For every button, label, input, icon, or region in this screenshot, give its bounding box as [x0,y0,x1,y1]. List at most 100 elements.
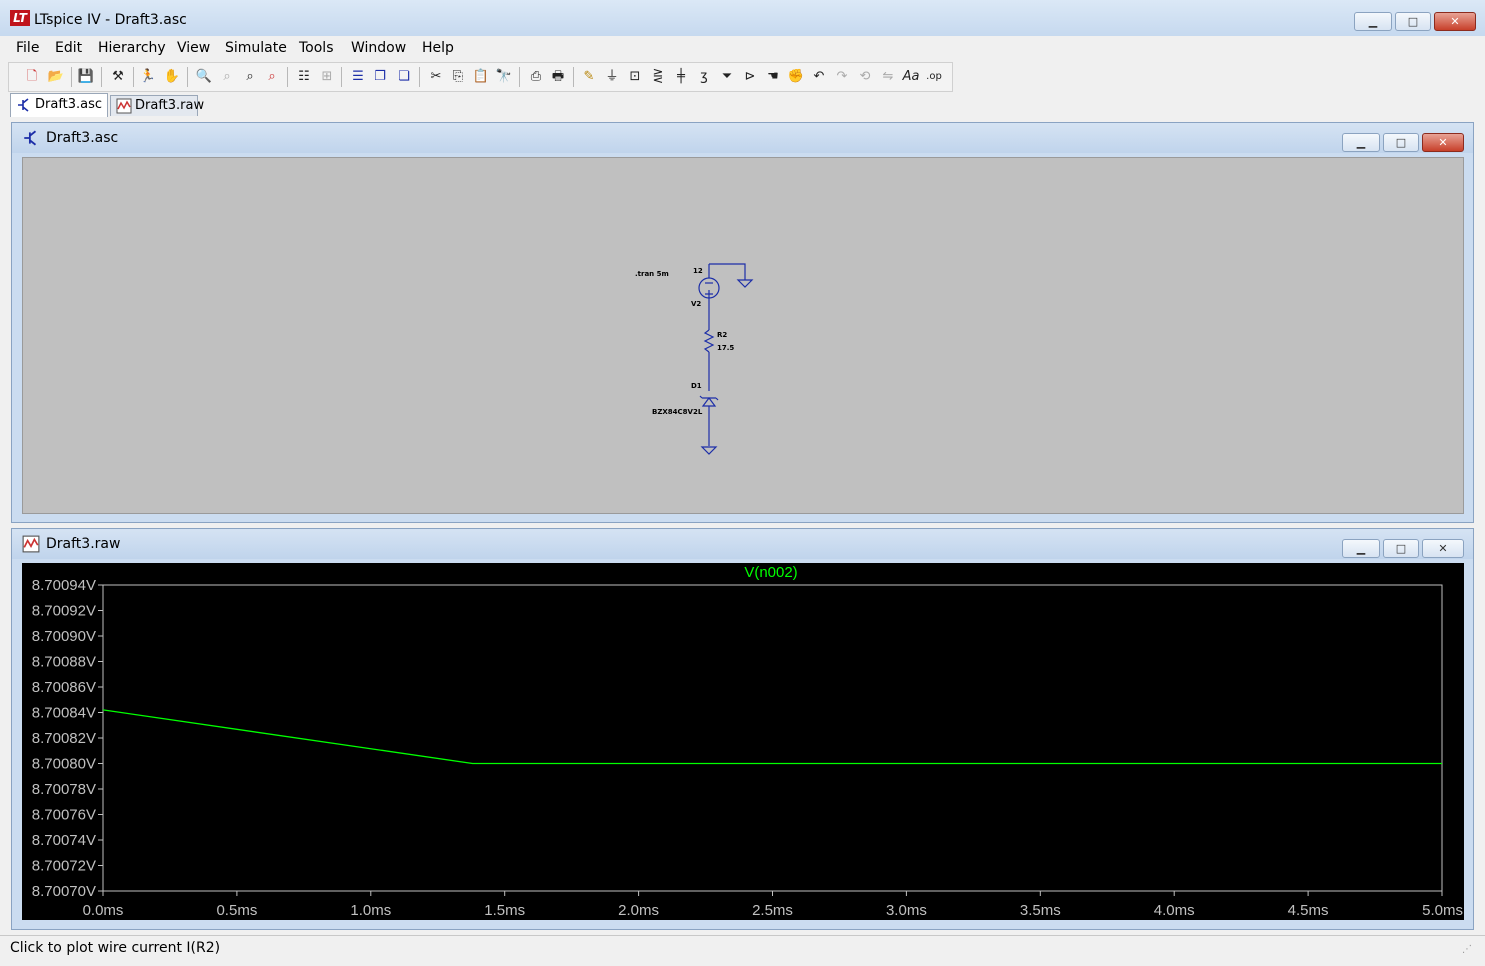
wire [709,263,746,280]
run-icon[interactable]: 🏃 [139,68,157,86]
capacitor-icon[interactable]: ╪ [672,68,690,86]
tile-vertical-icon[interactable]: ❏ [395,68,413,86]
y-tick-label[interactable]: 8.70086V [32,679,96,696]
x-tick-label[interactable]: 0.0ms [83,902,124,919]
drag-icon[interactable]: ✊ [787,68,805,86]
zoom-out-icon[interactable]: ⌕ [241,68,259,86]
y-tick-label[interactable]: 8.70090V [32,628,96,645]
schematic-title-bar[interactable]: Draft3.asc ▁ □ ✕ [12,123,1473,153]
zoom-box-icon[interactable]: ⌕ [218,68,236,86]
x-tick-label[interactable]: 2.0ms [618,902,659,919]
draw-wire-icon[interactable]: ✎ [580,68,598,86]
plot-svg[interactable]: V(n002) 8.70094V 8.70092V 8.70090V 8.70088V… [22,563,1464,920]
menu-hierarchy[interactable]: Hierarchy [98,40,166,56]
x-tick-label[interactable]: 1.5ms [484,902,525,919]
autorange-icon[interactable]: ☷ [295,68,313,86]
schematic-drawing[interactable]: .tran 5m 12 V2 R2 17.5 D1 BZX84C8V2L [23,158,1463,513]
waveform-minimize-button[interactable]: ▁ [1342,539,1380,558]
x-tick-label[interactable]: 3.0ms [886,902,927,919]
spice-directive-icon[interactable]: .op [925,68,943,86]
redo-icon[interactable]: ↷ [833,68,851,86]
diode-model[interactable]: BZX84C8V2L [652,408,703,416]
x-tick-label[interactable]: 5.0ms [1422,902,1463,919]
y-tick-label[interactable]: 8.70070V [32,883,96,900]
move-icon[interactable]: ☚ [764,68,782,86]
y-tick-label[interactable]: 8.70078V [32,781,96,798]
maximize-button[interactable]: □ [1395,12,1431,31]
waveform-title-bar[interactable]: Draft3.raw ▁ □ ✕ [12,529,1473,559]
menu-help[interactable]: Help [422,40,454,56]
rotate-icon[interactable]: ⟲ [856,68,874,86]
y-tick-label[interactable]: 8.70080V [32,756,96,773]
add-plot-pane-icon[interactable]: ⊞ [318,68,336,86]
inductor-icon[interactable]: ʒ [695,68,713,86]
x-tick-label[interactable]: 4.0ms [1154,902,1195,919]
y-tick-label[interactable]: 8.70082V [32,730,96,747]
source-name[interactable]: V2 [691,300,701,308]
waveform-plot[interactable]: V(n002) 8.70094V 8.70092V 8.70090V 8.70088V… [22,563,1464,920]
menu-simulate[interactable]: Simulate [225,40,287,56]
schematic-canvas[interactable]: .tran 5m 12 V2 R2 17.5 D1 BZX84C8V2L [22,157,1464,514]
diode-icon[interactable]: ⏷ [718,68,736,86]
schematic-minimize-button[interactable]: ▁ [1342,133,1380,152]
open-icon[interactable]: 📂 [47,68,65,86]
print-setup-icon[interactable]: ⎙ [527,68,545,86]
new-schematic-icon[interactable]: 🗋 [23,68,41,86]
ground-icon[interactable]: ⏚ [603,68,621,86]
menu-view[interactable]: View [177,40,210,56]
y-tick-label[interactable]: 8.70092V [32,603,96,620]
spice-directive[interactable]: .tran 5m [635,270,669,278]
control-panel-icon[interactable]: ⚒ [109,68,127,86]
y-tick-label[interactable]: 8.70076V [32,807,96,824]
paste-icon[interactable]: 📋 [472,68,490,86]
halt-icon[interactable]: ✋ [163,68,181,86]
y-tick-label[interactable]: 8.70084V [32,705,96,722]
save-icon[interactable]: 💾 [77,68,95,86]
y-tick-label[interactable]: 8.70074V [32,832,96,849]
text-icon[interactable]: Aa [902,68,920,86]
trace-label[interactable]: V(n002) [744,564,797,581]
x-tick-label[interactable]: 0.5ms [216,902,257,919]
print-icon[interactable]: 🖶 [549,68,567,86]
resize-grip-icon[interactable]: ⋰ [1462,944,1472,955]
menu-tools[interactable]: Tools [299,40,334,56]
zoom-in-icon[interactable]: 🔍 [195,68,213,86]
x-tick-label[interactable]: 4.5ms [1288,902,1329,919]
menu-file[interactable]: File [16,40,39,56]
undo-icon[interactable]: ↶ [810,68,828,86]
waveform-close-button[interactable]: ✕ [1422,539,1464,558]
y-tick-label[interactable]: 8.70088V [32,654,96,671]
minimize-button[interactable]: ▁ [1354,12,1392,31]
cut-icon[interactable]: ✂ [427,68,445,86]
waveform-window[interactable]: Draft3.raw ▁ □ ✕ V(n002) 8.70094V 8.70092… [11,528,1474,930]
x-tick-label[interactable]: 1.0ms [350,902,391,919]
y-tick-label[interactable]: 8.70072V [32,858,96,875]
diode-name[interactable]: D1 [691,382,702,390]
close-button[interactable]: ✕ [1434,12,1476,31]
resistor-icon[interactable]: ⋛ [649,68,667,86]
y-tick-label[interactable]: 8.70094V [32,577,96,594]
menu-edit[interactable]: Edit [55,40,82,56]
waveform-maximize-button[interactable]: □ [1383,539,1419,558]
mirror-icon[interactable]: ⇋ [879,68,897,86]
title-bar[interactable]: LT LTspice IV - Draft3.asc ▁ □ ✕ [0,0,1485,37]
x-tick-label[interactable]: 2.5ms [752,902,793,919]
trace-line[interactable] [102,709,1442,765]
zoom-fit-icon[interactable]: ⌕ [263,68,281,86]
cascade-icon[interactable]: ❐ [371,68,389,86]
tab-draft3-raw[interactable]: Draft3.raw [110,95,204,116]
resistor-name[interactable]: R2 [717,331,727,339]
tile-horizontal-icon[interactable]: ☰ [349,68,367,86]
x-tick-label[interactable]: 3.5ms [1020,902,1061,919]
source-value[interactable]: 12 [693,267,703,275]
schematic-maximize-button[interactable]: □ [1383,133,1419,152]
resistor-value[interactable]: 17.5 [717,344,734,352]
label-net-icon[interactable]: ⊡ [626,68,644,86]
schematic-window[interactable]: Draft3.asc ▁ □ ✕ .tran 5m 12 V2 R2 17.5 … [11,122,1474,523]
tab-draft3-asc[interactable]: Draft3.asc [10,93,108,117]
schematic-close-button[interactable]: ✕ [1422,133,1464,152]
find-icon[interactable]: 🔭 [495,68,513,86]
menu-window[interactable]: Window [351,40,406,56]
component-icon[interactable]: ⊳ [741,68,759,86]
copy-icon[interactable]: ⎘ [449,68,467,86]
